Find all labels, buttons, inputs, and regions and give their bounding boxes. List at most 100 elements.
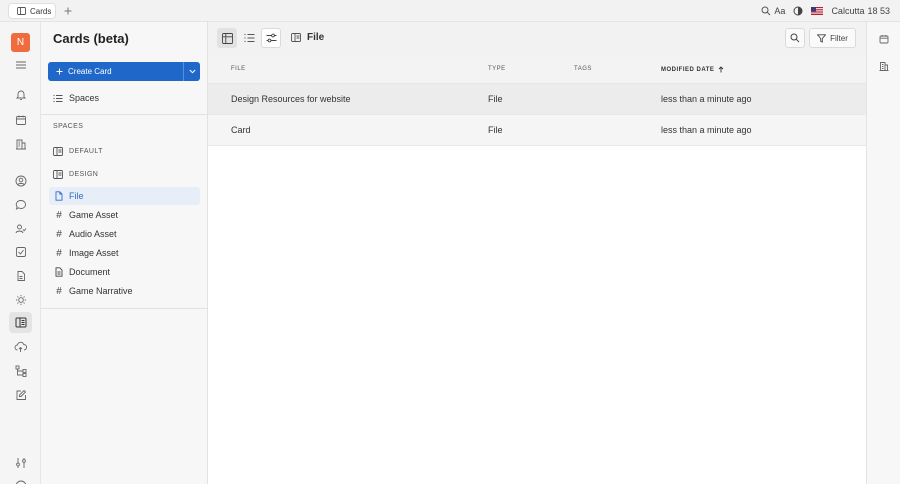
table-row[interactable]: Card File less than a minute ago xyxy=(208,115,866,146)
table-view-button[interactable] xyxy=(217,28,237,48)
table-icon xyxy=(221,32,233,44)
view-settings-button[interactable] xyxy=(261,28,281,48)
page-title-text: File xyxy=(307,32,325,43)
search-icon xyxy=(790,33,800,43)
filter-button[interactable]: Filter xyxy=(809,28,856,48)
table-header: FILE TYPE TAGS MODIFIED DATE xyxy=(208,55,866,84)
create-card-dropdown[interactable] xyxy=(183,62,200,81)
sidebar-item-game-asset[interactable]: # Game Asset xyxy=(49,206,200,224)
menu-icon[interactable] xyxy=(9,54,32,75)
divider xyxy=(41,308,207,309)
sidebar-item-label: Document xyxy=(69,267,111,277)
cell-modified: less than a minute ago xyxy=(661,94,752,104)
spaces-link-label: Spaces xyxy=(69,93,100,103)
checkbox-icon[interactable] xyxy=(9,241,32,262)
lightbulb-icon[interactable] xyxy=(9,289,32,310)
sidebar-item-label: Game Narrative xyxy=(69,286,133,296)
bell-icon[interactable] xyxy=(9,84,32,105)
sidebar-item-label: Audio Asset xyxy=(69,229,117,239)
cell-file: Design Resources for website xyxy=(231,94,351,104)
app-rail: N xyxy=(0,22,41,484)
document-icon xyxy=(55,267,63,277)
plus-icon xyxy=(64,7,72,15)
new-tab-button[interactable] xyxy=(62,4,74,18)
help-icon[interactable] xyxy=(9,475,32,484)
cell-type: File xyxy=(488,125,503,135)
clock-time: 18 53 xyxy=(867,6,890,16)
cards-sidebar: Cards (beta) Create Card Spaces SPACES D… xyxy=(41,22,208,484)
plus-icon xyxy=(56,68,63,75)
cards-icon xyxy=(53,146,63,156)
sliders-icon[interactable] xyxy=(9,452,32,473)
cards-table: FILE TYPE TAGS MODIFIED DATE Design Reso… xyxy=(208,55,866,484)
column-header-tags[interactable]: TAGS xyxy=(574,66,592,72)
cell-file: Card xyxy=(231,125,251,135)
calendar-icon[interactable] xyxy=(877,32,891,46)
create-card-label: Create Card xyxy=(68,67,112,76)
avatar[interactable]: N xyxy=(11,33,30,52)
contacts-icon[interactable] xyxy=(9,218,32,239)
right-rail xyxy=(866,22,900,484)
sidebar-item-file[interactable]: File xyxy=(49,187,200,205)
sort-asc-icon xyxy=(719,66,724,73)
hash-icon: # xyxy=(56,247,62,259)
create-card-button[interactable]: Create Card xyxy=(48,62,200,81)
table-row[interactable]: Design Resources for website File less t… xyxy=(208,84,866,115)
document-icon[interactable] xyxy=(9,265,32,286)
view-switcher xyxy=(217,28,281,48)
hash-icon: # xyxy=(56,285,62,297)
cards-icon[interactable] xyxy=(9,312,32,333)
contrast-icon[interactable] xyxy=(793,6,803,16)
building-icon[interactable] xyxy=(9,133,32,154)
calendar-icon[interactable] xyxy=(9,109,32,130)
chevron-down-icon xyxy=(188,69,196,74)
search-button[interactable] xyxy=(785,28,805,48)
space-default[interactable]: DEFAULT xyxy=(53,145,103,157)
file-icon xyxy=(55,191,63,201)
sidebar-title: Cards (beta) xyxy=(53,31,129,46)
search-icon xyxy=(761,6,771,16)
top-bar: Cards Aa Calcutta 18 53 xyxy=(0,0,900,22)
user-circle-icon[interactable] xyxy=(9,170,32,191)
column-header-type[interactable]: TYPE xyxy=(488,66,506,72)
workflow-icon[interactable] xyxy=(9,360,32,381)
divider xyxy=(41,114,207,115)
main-panel: File Filter FILE TYPE TAGS MODIFIED DATE xyxy=(208,22,866,484)
tab-cards[interactable]: Cards xyxy=(8,3,56,19)
spaces-link[interactable]: Spaces xyxy=(53,91,99,105)
tab-label: Cards xyxy=(30,6,52,16)
sliders-icon xyxy=(266,33,276,43)
main-toolbar: File Filter xyxy=(208,22,866,55)
text-size-label: Aa xyxy=(774,6,786,16)
list-view-button[interactable] xyxy=(239,28,259,48)
space-design[interactable]: DESIGN xyxy=(53,168,98,180)
sidebar-item-label: Game Asset xyxy=(69,210,119,220)
chat-icon[interactable] xyxy=(9,194,32,215)
filter-icon xyxy=(817,33,827,43)
list-icon xyxy=(53,94,63,102)
list-icon xyxy=(243,33,254,43)
sidebar-item-document[interactable]: Document xyxy=(49,263,200,281)
clock-city: Calcutta xyxy=(831,6,865,16)
create-card-main[interactable]: Create Card xyxy=(48,62,183,81)
cards-icon xyxy=(291,33,301,42)
column-header-modified-date[interactable]: MODIFIED DATE xyxy=(661,66,724,73)
hash-icon: # xyxy=(56,209,62,221)
filter-label: Filter xyxy=(830,33,848,43)
building-icon[interactable] xyxy=(877,59,891,73)
sidebar-item-game-narrative[interactable]: # Game Narrative xyxy=(49,282,200,300)
cards-icon xyxy=(17,7,26,15)
search-text-size-button[interactable]: Aa xyxy=(761,6,785,16)
edit-icon[interactable] xyxy=(9,384,32,405)
sidebar-item-label: Image Asset xyxy=(69,248,119,258)
us-flag-icon[interactable] xyxy=(811,7,824,15)
sidebar-item-image-asset[interactable]: # Image Asset xyxy=(49,244,200,262)
space-label: DESIGN xyxy=(69,170,99,178)
cards-icon xyxy=(53,169,63,179)
spaces-section-label: SPACES xyxy=(53,123,84,130)
clock: Calcutta 18 53 xyxy=(831,6,890,16)
column-header-file[interactable]: FILE xyxy=(231,66,246,72)
cloud-upload-icon[interactable] xyxy=(9,336,32,357)
sidebar-item-label: File xyxy=(69,191,84,201)
sidebar-item-audio-asset[interactable]: # Audio Asset xyxy=(49,225,200,243)
